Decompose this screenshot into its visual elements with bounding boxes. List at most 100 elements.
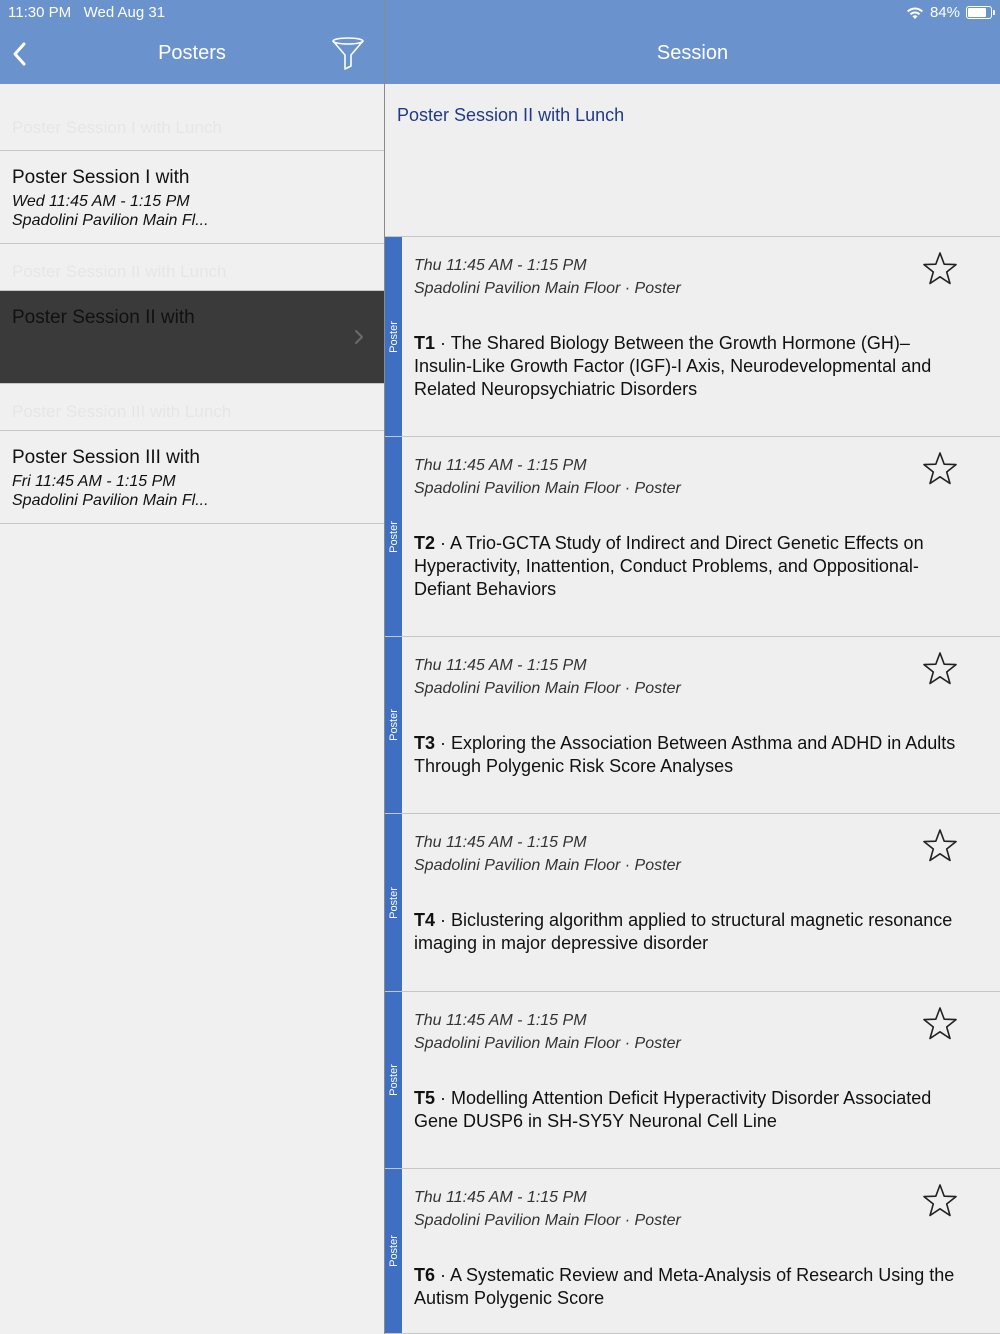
poster-separator: · [435,910,452,930]
list-item-session-2-selected[interactable]: Poster Session II with [0,291,384,384]
faint-label: Poster Session II with Lunch [12,262,227,281]
poster-tag-label: Poster [387,1064,400,1096]
session-header: Poster Session II with Lunch [385,84,1000,237]
poster-tag: Poster [385,992,402,1168]
session-time: Wed 11:45 AM - 1:15 PM [12,193,190,210]
poster-code: T6 [414,1265,436,1285]
poster-body: Thu 11:45 AM - 1:15 PM Spadolini Pavilio… [414,437,1000,601]
status-right: 84% [906,4,995,21]
poster-title: T2 · A Trio-GCTA Study of Indirect and D… [414,532,964,601]
poster-body: Thu 11:45 AM - 1:15 PM Spadolini Pavilio… [414,637,1000,778]
faint-label: Poster Session I with Lunch [12,118,222,137]
poster-time: Thu 11:45 AM - 1:15 PM [414,1189,587,1206]
faint-label: Poster Session III with Lunch [12,402,232,421]
session-pane-title: Session [656,42,729,64]
poster-tag-label: Poster [387,520,400,553]
battery-icon [966,6,995,19]
poster-card[interactable]: Poster Thu 11:45 AM - 1:15 PM Spadolini … [385,437,1000,637]
status-bar: 11:30 PM Wed Aug 31 84% [0,0,1000,26]
poster-body: Thu 11:45 AM - 1:15 PM Spadolini Pavilio… [414,814,1000,955]
poster-tag-label: Poster [387,320,400,353]
posters-title: Posters [158,42,226,64]
poster-title-text: Exploring the Association Between Asthma… [414,733,956,776]
poster-body: Thu 11:45 AM - 1:15 PM Spadolini Pavilio… [414,237,1000,401]
poster-title-text: A Trio-GCTA Study of Indirect and Direct… [414,533,924,599]
poster-location: Spadolini Pavilion Main Floor · Poster [414,280,681,297]
wifi-icon [906,6,923,19]
poster-code: T5 [414,1088,436,1108]
poster-code: T1 [414,333,436,353]
poster-separator: · [435,733,452,753]
poster-title-text: Modelling Attention Deficit Hyperactivit… [414,1088,932,1131]
poster-title: T3 · Exploring the Association Between A… [414,732,964,778]
status-time-text: 11:30 PM [8,4,72,21]
battery-fill [968,8,987,17]
poster-separator: · [435,1088,452,1108]
poster-time: Thu 11:45 AM - 1:15 PM [414,257,587,274]
poster-title-text: A Systematic Review and Meta-Analysis of… [414,1265,955,1308]
poster-time: Thu 11:45 AM - 1:15 PM [414,657,587,674]
poster-tag-label: Poster [387,1235,400,1267]
star-icon[interactable] [922,1006,958,1042]
poster-location: Spadolini Pavilion Main Floor · Poster [414,480,681,497]
poster-tag: Poster [385,1169,402,1333]
list-item-session-1[interactable]: Poster Session I with Wed 11:45 AM - 1:1… [0,151,384,244]
poster-tag: Poster [385,437,402,636]
poster-title-text: The Shared Biology Between the Growth Ho… [414,333,932,399]
poster-tag: Poster [385,814,402,991]
list-item-faint: Poster Session II with Lunch [0,244,384,291]
poster-title-text: Biclustering algorithm applied to struct… [414,910,953,953]
poster-location: Spadolini Pavilion Main Floor · Poster [414,680,681,697]
star-icon[interactable] [922,828,958,864]
pane-divider [384,0,385,1334]
status-time: 11:30 PM Wed Aug 31 [8,4,165,21]
poster-time: Thu 11:45 AM - 1:15 PM [414,457,587,474]
poster-title: T6 · A Systematic Review and Meta-Analys… [414,1264,964,1310]
star-icon[interactable] [922,251,958,287]
session-title: Poster Session II with [12,307,195,328]
poster-body: Thu 11:45 AM - 1:15 PM Spadolini Pavilio… [414,992,1000,1133]
list-item-session-3[interactable]: Poster Session III with Fri 11:45 AM - 1… [0,431,384,524]
session-time: Fri 11:45 AM - 1:15 PM [12,473,176,490]
poster-tag-label: Poster [387,886,400,919]
list-item-faint: Poster Session I with Lunch [0,84,384,151]
session-place: Spadolini Pavilion Main Fl... [12,492,209,509]
poster-title: T5 · Modelling Attention Deficit Hyperac… [414,1087,964,1133]
battery-percent: 84% [929,4,960,21]
star-icon[interactable] [922,451,958,487]
poster-separator: · [435,333,451,353]
star-icon[interactable] [922,1183,958,1219]
poster-location: Spadolini Pavilion Main Floor · Poster [414,857,681,874]
poster-card[interactable]: Poster Thu 11:45 AM - 1:15 PM Spadolini … [385,637,1000,814]
poster-list: Poster Thu 11:45 AM - 1:15 PM Spadolini … [385,237,1000,1334]
poster-time: Thu 11:45 AM - 1:15 PM [414,1012,587,1029]
poster-tag: Poster [385,637,402,813]
poster-separator: · [435,533,451,553]
poster-card[interactable]: Poster Thu 11:45 AM - 1:15 PM Spadolini … [385,814,1000,992]
poster-card[interactable]: Poster Thu 11:45 AM - 1:15 PM Spadolini … [385,992,1000,1169]
poster-code: T4 [414,910,436,930]
poster-code: T2 [414,533,436,553]
session-name: Poster Session II with Lunch [397,105,625,125]
poster-location: Spadolini Pavilion Main Floor · Poster [414,1212,681,1229]
poster-title: T4 · Biclustering algorithm applied to s… [414,909,964,955]
session-title: Poster Session III with [12,447,200,468]
poster-title: T1 · The Shared Biology Between the Grow… [414,332,964,401]
session-pane: Session Poster Session II with Lunch Pos… [385,0,1000,1334]
poster-tag: Poster [385,237,402,436]
star-icon[interactable] [922,651,958,687]
session-place: Spadolini Pavilion Main Fl... [12,212,209,229]
poster-card[interactable]: Poster Thu 11:45 AM - 1:15 PM Spadolini … [385,237,1000,437]
poster-card[interactable]: Poster Thu 11:45 AM - 1:15 PM Spadolini … [385,1169,1000,1334]
poster-time: Thu 11:45 AM - 1:15 PM [414,834,587,851]
list-item-faint: Poster Session III with Lunch [0,384,384,431]
filter-icon[interactable] [330,36,366,72]
poster-location: Spadolini Pavilion Main Floor · Poster [414,1035,681,1052]
poster-code: T3 [414,733,436,753]
chevron-right-icon [355,330,363,344]
session-title: Poster Session I with [12,167,190,188]
poster-tag-label: Poster [387,709,400,741]
posters-pane: Posters Poster Session I with Lunch Post… [0,0,384,1334]
poster-body: Thu 11:45 AM - 1:15 PM Spadolini Pavilio… [414,1169,1000,1310]
poster-separator: · [435,1265,451,1285]
